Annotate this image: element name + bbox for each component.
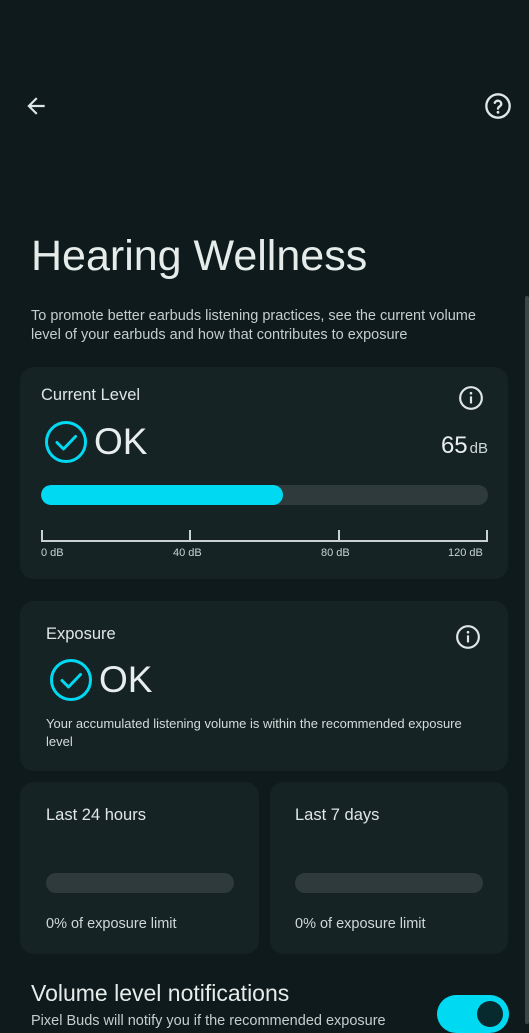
help-button[interactable] bbox=[482, 90, 514, 122]
page-title: Hearing Wellness bbox=[31, 232, 368, 280]
volume-notifications-title: Volume level notifications bbox=[31, 980, 290, 1006]
exposure-label: Exposure bbox=[46, 625, 116, 643]
db-scale-label: 80 dB bbox=[321, 547, 350, 559]
current-level-label: Current Level bbox=[41, 386, 141, 404]
last-7d-label: Last 7 days bbox=[295, 806, 380, 824]
current-level-card: Current Level OK 65 dB 0 dB 40 dB 80 dB 1… bbox=[20, 367, 508, 579]
exposure-description: Your accumulated listening volume is wit… bbox=[46, 716, 462, 749]
check-circle-icon bbox=[45, 421, 87, 463]
exposure-status-text: OK bbox=[99, 659, 153, 700]
last-7d-card: Last 7 days 0% of exposure limit bbox=[270, 782, 508, 954]
exposure-status: OK bbox=[49, 658, 152, 702]
check-circle-icon bbox=[50, 659, 92, 701]
current-db-unit: dB bbox=[469, 440, 488, 457]
scrollbar[interactable] bbox=[525, 296, 529, 1024]
last-24h-bar bbox=[46, 873, 234, 893]
current-level-status: OK bbox=[44, 420, 147, 464]
back-button[interactable] bbox=[20, 90, 52, 122]
top-app-bar bbox=[0, 0, 529, 210]
db-scale-tick bbox=[486, 530, 488, 542]
last-7d-bar bbox=[295, 873, 483, 893]
current-level-bar-fill bbox=[41, 485, 284, 505]
db-scale bbox=[41, 530, 488, 542]
info-icon bbox=[459, 386, 483, 410]
current-level-status-text: OK bbox=[94, 421, 148, 462]
db-scale-label: 120 dB bbox=[448, 547, 483, 559]
info-icon bbox=[456, 625, 480, 649]
db-scale-tick bbox=[338, 530, 340, 542]
current-level-bar bbox=[41, 485, 488, 505]
current-db-readout: 65 dB bbox=[441, 432, 488, 460]
toggle-knob bbox=[477, 1001, 503, 1027]
db-scale-tick bbox=[41, 530, 43, 542]
exposure-info-button[interactable] bbox=[455, 624, 481, 650]
last-24h-card: Last 24 hours 0% of exposure limit bbox=[20, 782, 259, 954]
db-scale-label: 0 dB bbox=[41, 547, 64, 559]
last-24h-caption: 0% of exposure limit bbox=[46, 916, 177, 932]
page-description: To promote better earbuds listening prac… bbox=[31, 308, 476, 343]
arrow-back-icon bbox=[27, 97, 45, 115]
db-scale-tick bbox=[189, 530, 191, 542]
last-24h-label: Last 24 hours bbox=[46, 806, 146, 824]
current-db-value: 65 bbox=[440, 432, 468, 459]
db-scale-label: 40 dB bbox=[173, 547, 202, 559]
last-7d-caption: 0% of exposure limit bbox=[295, 916, 426, 932]
db-scale-line bbox=[41, 540, 488, 542]
volume-notifications-toggle[interactable] bbox=[437, 995, 509, 1033]
current-level-info-button[interactable] bbox=[458, 385, 484, 411]
volume-notifications-description: Pixel Buds will notify you if the recomm… bbox=[31, 1013, 386, 1029]
help-circle-icon bbox=[485, 93, 511, 119]
exposure-card: Exposure OK Your accumulated listening v… bbox=[20, 601, 508, 771]
